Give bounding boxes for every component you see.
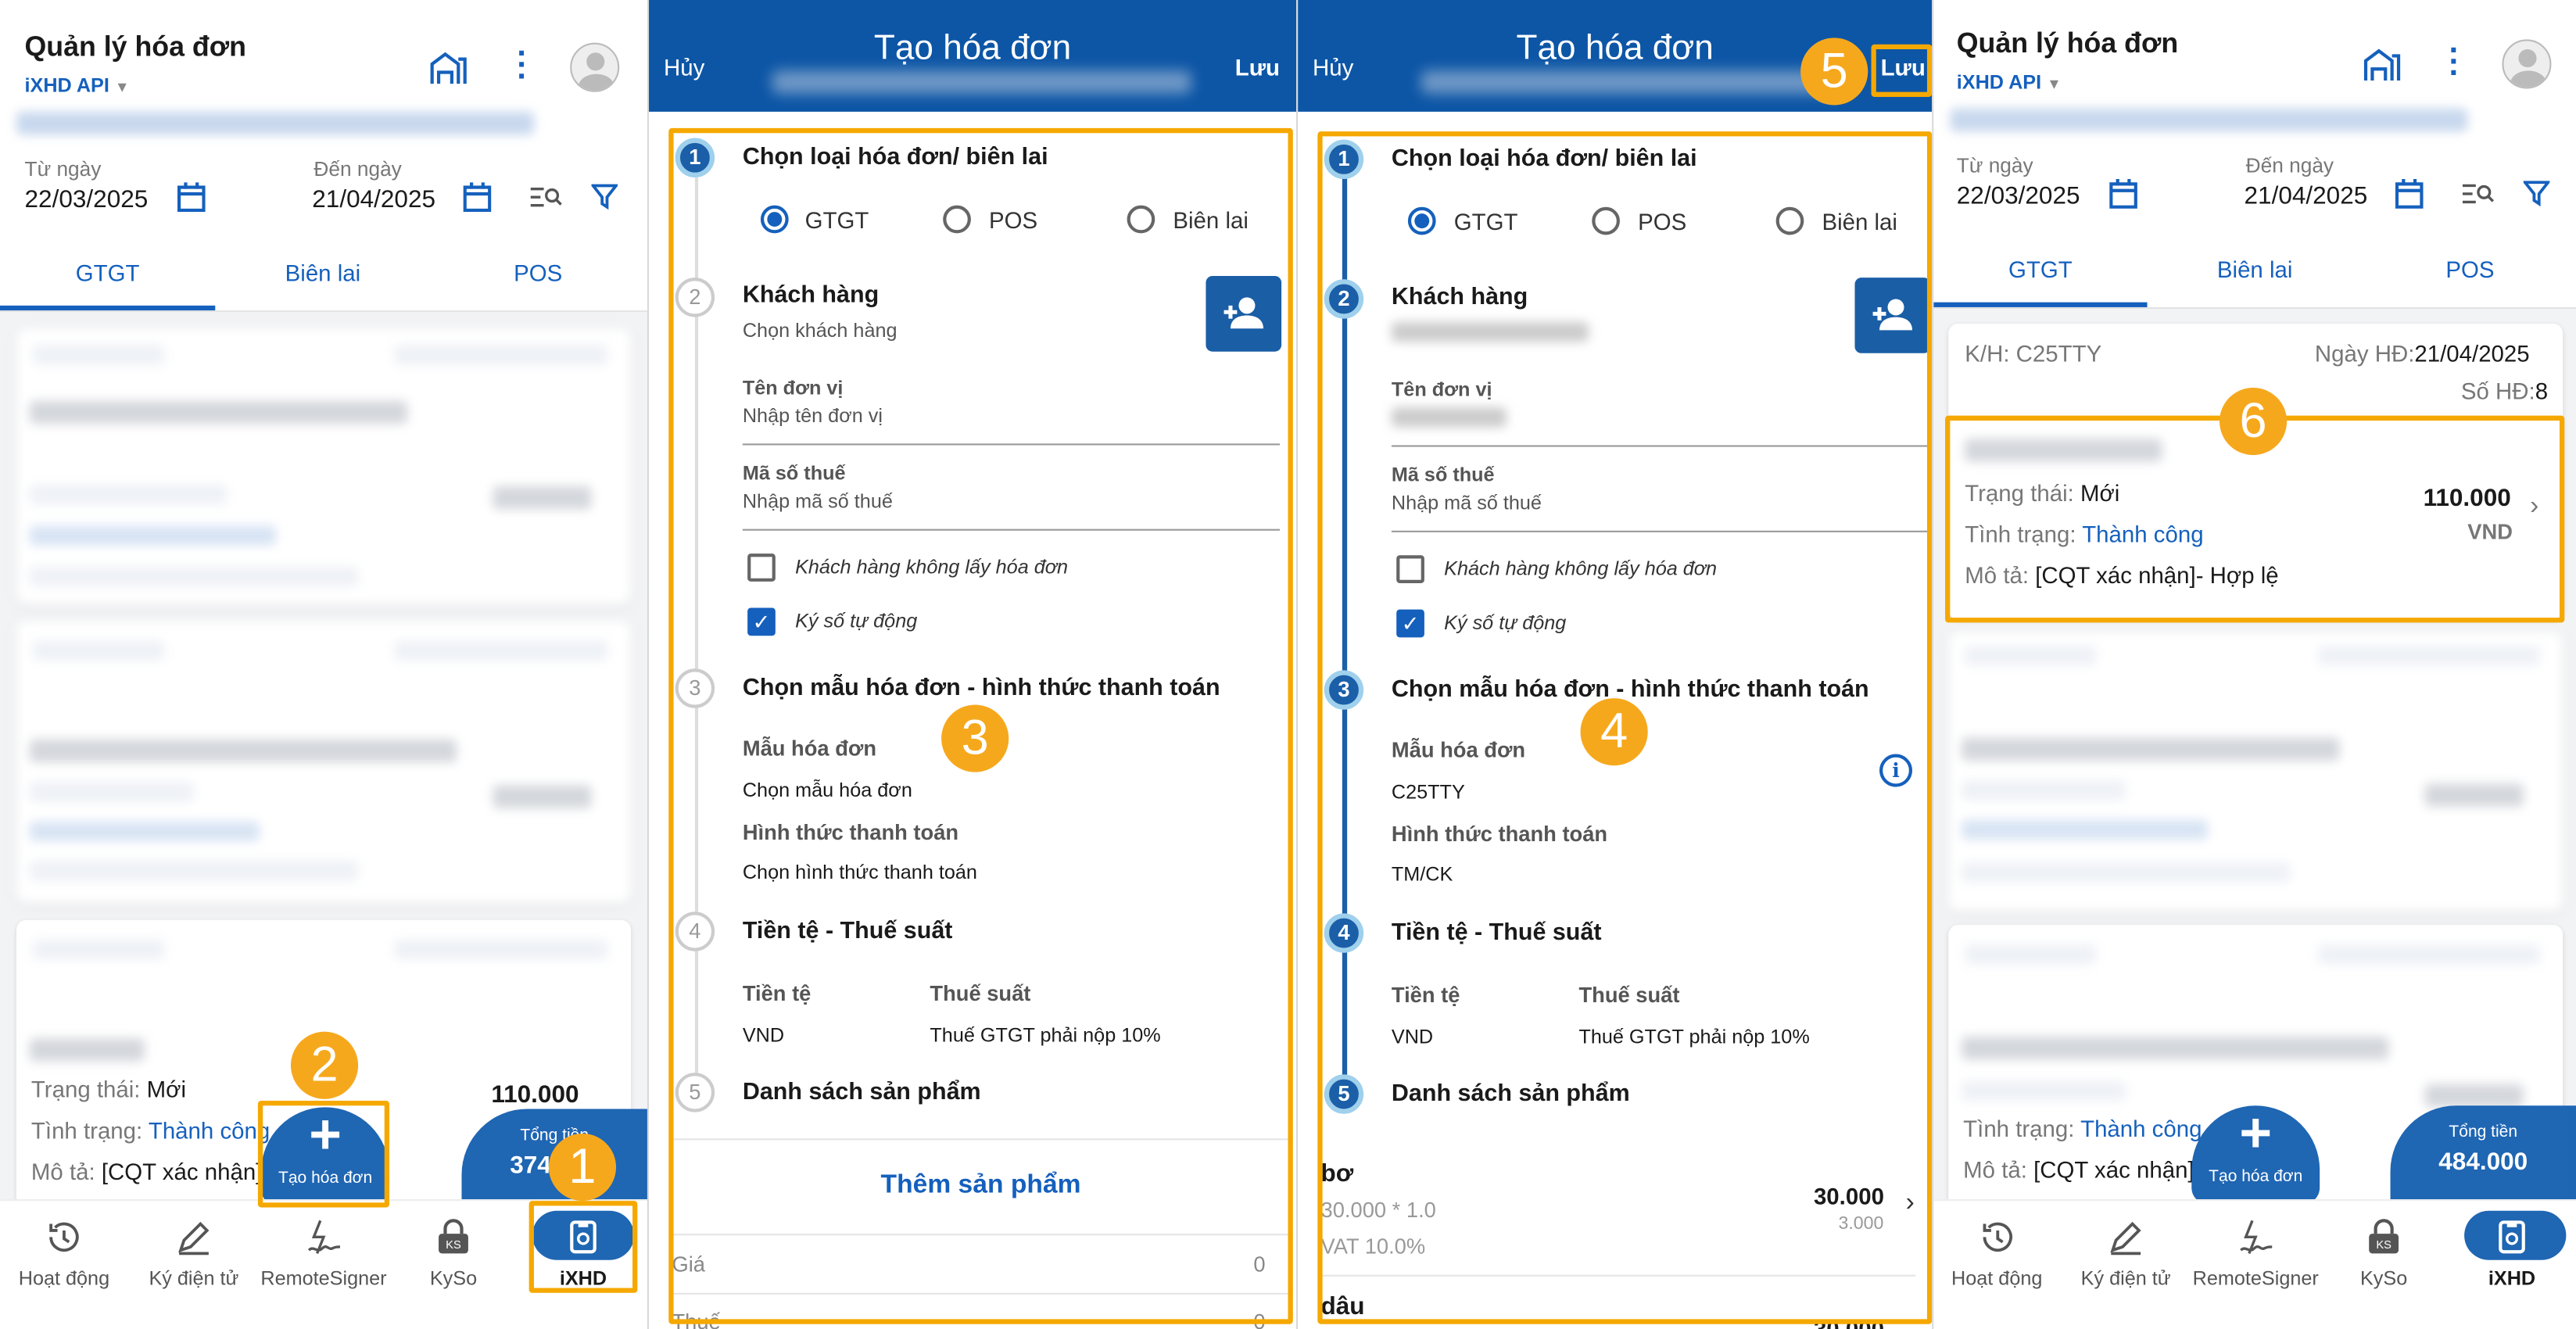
nav-kyso[interactable]: KS KySo [2321, 1201, 2446, 1329]
step-badge: 1 [548, 1133, 617, 1202]
history-icon [1982, 1222, 2012, 1252]
save-button[interactable]: Lưu [1235, 54, 1280, 81]
avatar[interactable] [2502, 39, 2552, 89]
nav-kyso[interactable]: KS KySo [391, 1201, 516, 1329]
from-date[interactable]: 22/03/2025 [1957, 182, 2080, 210]
amount: 110.000 [491, 1080, 579, 1109]
nav-ixhd[interactable]: iXHD [2448, 1201, 2576, 1329]
redacted-line [1950, 108, 2468, 132]
tab-bien-lai[interactable]: Biên lai [215, 260, 430, 286]
nav-remote-signer[interactable]: RemoteSigner [256, 1201, 391, 1329]
tab-gtgt[interactable]: GTGT [0, 260, 215, 286]
svg-text:KS: KS [2376, 1239, 2391, 1252]
total-label: Tổng tiền [520, 1127, 589, 1145]
pen-icon [2110, 1221, 2141, 1256]
total-box: Tổng tiền 484.000 [2390, 1105, 2576, 1205]
step-badge: 6 [2219, 387, 2288, 456]
history-icon [49, 1222, 79, 1252]
form-header: Hủy Tạo hóa đơn Lưu [649, 0, 1297, 112]
avatar[interactable] [570, 42, 620, 92]
redacted-subtitle [772, 70, 1191, 94]
search-list-icon[interactable] [2461, 181, 2494, 207]
calendar-icon[interactable] [2395, 179, 2424, 209]
step-badge: 5 [1800, 38, 1868, 106]
tab-pos[interactable]: POS [431, 260, 646, 286]
to-date[interactable]: 21/04/2025 [312, 185, 435, 213]
account-label: iXHD API [24, 73, 109, 97]
page-title: Quản lý hóa đơn [1956, 27, 2179, 59]
highlight-box [528, 1201, 638, 1293]
state-label: Tình trạng: Thành công [1963, 1115, 2202, 1142]
search-list-icon[interactable] [529, 184, 562, 210]
lock-icon: KS [439, 1219, 468, 1254]
account-selector[interactable]: iXHD API ▼ [1957, 70, 2062, 93]
tab-gtgt[interactable]: GTGT [1933, 256, 2147, 283]
customer-code: K/H: C25TTY [1965, 339, 2102, 367]
highlight-box [257, 1100, 390, 1208]
plus-icon: + [2239, 1102, 2273, 1165]
filter-icon[interactable] [2523, 181, 2550, 207]
caret-down-icon: ▼ [2047, 75, 2062, 92]
building-icon[interactable] [428, 49, 468, 85]
highlight-box [1871, 44, 1933, 97]
building-icon[interactable] [2363, 46, 2402, 82]
account-label: iXHD API [1956, 70, 2042, 94]
to-label: Đến ngày [313, 157, 402, 181]
invoice-list-result-screen: Quản lý hóa đơn iXHD API ▼ · · · Từ ngày 2… [1933, 0, 2576, 1329]
lock-icon: KS [2369, 1219, 2399, 1254]
nav-activity[interactable]: Hoạt động [0, 1201, 128, 1329]
calendar-icon[interactable] [177, 182, 206, 213]
invoice-list-screen: Quản lý hóa đơn iXHD API ▼ · · · Từ ngày 2… [0, 0, 647, 1329]
nav-e-sign[interactable]: Ký điện tử [128, 1201, 260, 1329]
page-title: Quản lý hóa đơn [24, 30, 246, 63]
calendar-icon[interactable] [2109, 179, 2137, 209]
list-item[interactable] [16, 621, 631, 904]
create-invoice-button[interactable]: + Tạo hóa đơn [2191, 1102, 2320, 1205]
invoice-number: Số HĐ:8 [2460, 378, 2549, 404]
account-selector[interactable]: iXHD API ▼ [25, 74, 130, 97]
form-title: Tạo hóa đơn [873, 29, 1072, 68]
signature-icon [2240, 1220, 2273, 1254]
status-label: Trạng thái: Mới [30, 1076, 186, 1103]
caret-down-icon: ▼ [114, 78, 130, 95]
pen-icon [178, 1221, 210, 1256]
tab-bien-lai[interactable]: Biên lai [2148, 256, 2363, 283]
nav-e-sign[interactable]: Ký điện tử [2060, 1201, 2191, 1329]
list-item[interactable] [16, 328, 631, 605]
total-label: Tổng tiền [2449, 1123, 2518, 1142]
svg-text:KS: KS [446, 1239, 461, 1252]
calendar-icon[interactable] [463, 182, 492, 213]
create-invoice-empty-screen: Hủy Tạo hóa đơn Lưu 1 2 3 4 5 Chọn loại … [649, 0, 1297, 1329]
signature-icon [307, 1220, 340, 1254]
from-label: Từ ngày [1956, 154, 2033, 177]
nav-activity[interactable]: Hoạt động [1933, 1201, 2060, 1329]
more-vert-icon[interactable]: · · · [2443, 34, 2466, 90]
redacted-subtitle [1421, 70, 1840, 94]
total-value: 484.000 [2438, 1148, 2528, 1177]
tab-pos[interactable]: POS [2363, 256, 2576, 283]
create-invoice-label: Tạo hóa đơn [2209, 1168, 2303, 1187]
from-label: Từ ngày [24, 157, 102, 181]
invoice-icon [2499, 1220, 2525, 1254]
bottom-nav: Hoạt động Ký điện tử RemoteSigner KS KySo… [1933, 1199, 2576, 1329]
more-vert-icon[interactable]: · · · [511, 38, 534, 93]
step-badge: 3 [941, 704, 1009, 772]
tutorial-composite: Quản lý hóa đơn iXHD API ▼ · · · Từ ngày 2… [0, 0, 2576, 1329]
from-date[interactable]: 22/03/2025 [25, 185, 149, 213]
to-label: Đến ngày [2245, 154, 2334, 177]
redacted-line [16, 111, 534, 135]
step-badge: 2 [290, 1031, 359, 1099]
list-item[interactable] [1948, 632, 2563, 912]
create-invoice-filled-screen: Hủy Tạo hóa đơn Lưu 1 2 3 4 5 Chọn loại … [1298, 0, 1933, 1329]
state-label: Tình trạng: Thành công [30, 1116, 270, 1144]
to-date[interactable]: 21/04/2025 [2245, 182, 2368, 210]
step-badge: 4 [1580, 698, 1648, 766]
invoice-date: Ngày HĐ:21/04/2025 [2314, 339, 2530, 367]
nav-remote-signer[interactable]: RemoteSigner [2188, 1201, 2323, 1329]
filter-icon[interactable] [591, 184, 618, 210]
